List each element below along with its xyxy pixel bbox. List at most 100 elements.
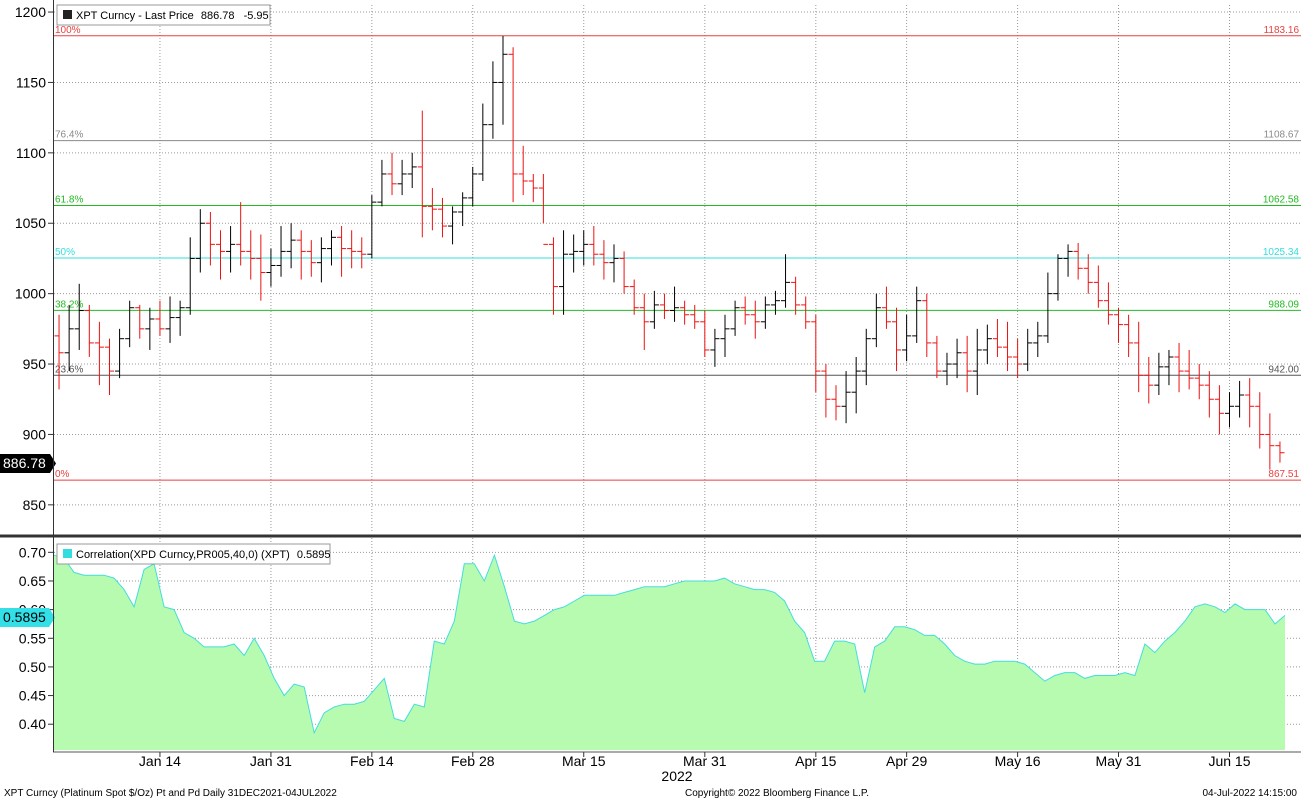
correlation-area: [54, 555, 1285, 750]
ohlc-bar: [205, 211, 215, 266]
price-legend: XPT Curncy - Last Price 886.78 -5.95: [56, 4, 271, 26]
ohlc-bar: [397, 159, 407, 196]
ohlc-bar: [357, 237, 367, 269]
ohlc-bar: [770, 290, 780, 315]
price-legend-change: -5.95: [244, 10, 269, 22]
correlation-legend-label: Correlation(XPD Curncy,PR005,40,0) (XPT): [76, 549, 290, 561]
ohlc-bar: [1113, 307, 1124, 343]
ohlc-bar: [528, 173, 538, 203]
ohlc-bar: [599, 240, 609, 280]
last-price-tag: 886.78: [0, 454, 56, 473]
ohlc-bar: [1083, 254, 1093, 294]
ohlc-bar: [498, 35, 508, 125]
ohlc-bar: [680, 300, 690, 325]
price-axis-ticks: 850 900 950 1000 1050 1100 1150 1200: [15, 4, 54, 513]
x-tick-label: May 31: [1096, 753, 1142, 769]
svg-text:Correlation(XPD Curncy,PR005,4: Correlation(XPD Curncy,PR005,40,0) (XPT)…: [76, 549, 330, 561]
fib-value-label: 942.00: [1268, 364, 1299, 375]
fib-value-label: 1062.58: [1263, 195, 1300, 206]
ohlc-bar: [84, 304, 94, 357]
x-tick-label: Apr 15: [795, 753, 836, 769]
last-price-text: 886.78: [3, 455, 46, 471]
x-tick-label: Mar 15: [562, 753, 606, 769]
ohlc-bar: [670, 286, 680, 322]
ohlc-bar: [458, 192, 468, 227]
ohlc-bar: [881, 286, 891, 329]
ohlc-bar: [54, 314, 64, 390]
x-axis-labels: Jan 14 Jan 31 Feb 14 Feb 28 Mar 15 Mar 31 Apr …: [139, 752, 1251, 769]
correlation-tick-label: 0.65: [19, 573, 46, 589]
ohlc-bar: [165, 296, 175, 343]
ohlc-bar: [589, 226, 599, 266]
ohlc-bar: [266, 248, 276, 287]
correlation-tick-label: 0.55: [19, 630, 46, 646]
fib-pct-label: 76.4%: [55, 130, 83, 141]
ohlc-bar: [478, 103, 488, 181]
price-tick-label: 1000: [15, 286, 46, 302]
ohlc-bar: [639, 293, 649, 350]
ohlc-bar: [115, 328, 125, 379]
ohlc-bar: [559, 230, 569, 315]
ohlc-bar: [246, 230, 256, 280]
correlation-tick-label: 0.70: [19, 544, 46, 560]
ohlc-bar: [1144, 357, 1154, 404]
fib-pct-label: 50%: [55, 247, 75, 258]
fib-value-label: 988.09: [1268, 299, 1299, 310]
correlation-tick-label: 0.40: [19, 716, 46, 732]
ohlc-bar: [1275, 441, 1285, 463]
ohlc-bar: [347, 230, 357, 269]
ohlc-bar: [1023, 328, 1033, 372]
footer-description: XPT Curncy (Platinum Spot $/Oz) Pt and P…: [4, 788, 337, 799]
ohlc-bar: [750, 300, 760, 339]
ohlc-bar: [155, 300, 165, 336]
ohlc-bar: [902, 314, 912, 362]
x-tick-label: Mar 31: [683, 753, 727, 769]
last-correlation-tag: 0.5895: [0, 608, 55, 627]
ohlc-bar: [407, 152, 417, 189]
correlation-legend: Correlation(XPD Curncy,PR005,40,0) (XPT)…: [56, 543, 331, 565]
ohlc-bar: [659, 293, 669, 319]
ohlc-bar: [1053, 254, 1063, 301]
ohlc-bar: [912, 286, 922, 343]
footer-timestamp: 04-Jul-2022 14:15:00: [1202, 788, 1297, 799]
ohlc-bar: [74, 283, 84, 350]
ohlc-bar: [821, 364, 831, 418]
ohlc-bar: [1154, 352, 1164, 396]
ohlc-bar: [518, 145, 528, 196]
price-tick-label: 1100: [16, 145, 46, 161]
ohlc-bar: [1124, 314, 1134, 357]
price-gridlines: [54, 5, 1301, 533]
fib-pct-label: 100%: [55, 25, 81, 36]
x-tick-label: Jun 15: [1208, 753, 1250, 769]
ohlc-bar: [145, 307, 155, 350]
ohlc-bar: [125, 300, 135, 348]
ohlc-bar: [1184, 349, 1194, 390]
ohlc-bar: [710, 328, 720, 367]
ohlc-bar: [508, 47, 518, 203]
x-axis-year: 2022: [661, 768, 692, 784]
ohlc-bar: [316, 237, 326, 283]
ohlc-bar: [649, 290, 659, 329]
fib-pct-label: 0%: [55, 469, 70, 480]
ohlc-bar: [841, 371, 851, 424]
ohlc-bar: [861, 328, 871, 386]
correlation-tick-label: 0.45: [19, 688, 46, 704]
fib-value-label: 1108.67: [1264, 130, 1300, 141]
x-tick-label: Feb 28: [451, 753, 495, 769]
ohlc-bar: [256, 234, 266, 301]
ohlc-bar: [952, 338, 962, 379]
fib-value-label: 1183.16: [1264, 25, 1300, 36]
ohlc-bar: [437, 197, 448, 238]
x-tick-label: May 16: [995, 753, 1041, 769]
ohlc-bar: [932, 335, 942, 379]
x-tick-label: Apr 29: [886, 753, 927, 769]
x-tick-label: Jan 14: [139, 753, 181, 769]
price-tick-label: 950: [23, 356, 47, 372]
ohlc-bar: [942, 352, 952, 386]
ohlc-bar: [1033, 321, 1043, 357]
ohlc-bar: [972, 328, 982, 396]
ohlc-bar: [1194, 364, 1204, 400]
ohlc-bar: [195, 209, 205, 273]
correlation-legend-last: 0.5895: [297, 549, 331, 561]
ohlc-bar: [226, 226, 236, 273]
